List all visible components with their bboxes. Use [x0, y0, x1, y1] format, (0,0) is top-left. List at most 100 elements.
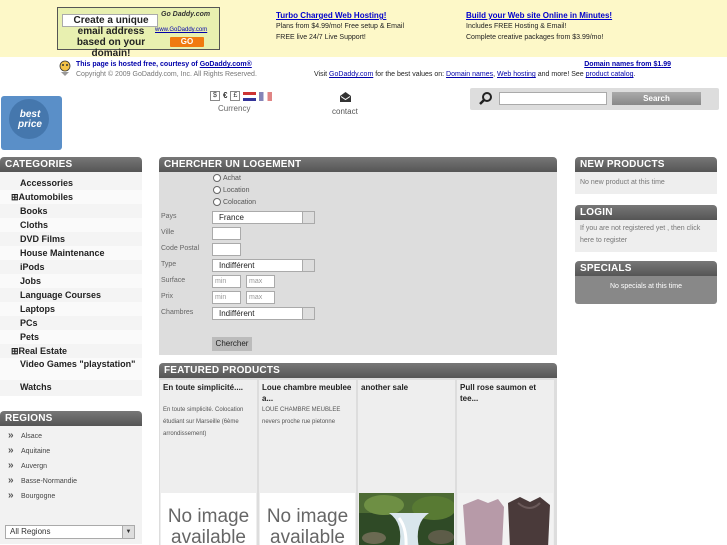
prix-max-input[interactable]: max [246, 291, 275, 304]
category-watchs[interactable]: Watchs [0, 380, 142, 394]
product-title[interactable]: En toute simplicité.... [160, 380, 257, 404]
currency-euro-button[interactable]: € [223, 91, 227, 101]
domain-names-link[interactable]: Domain names from $1.99 [584, 61, 671, 68]
no-image-placeholder[interactable]: No image available [161, 493, 256, 545]
region-basse-normandie[interactable]: Basse-Normandie [0, 473, 142, 489]
register-link[interactable]: If you are not registered yet , then cli… [575, 220, 717, 252]
radio-achat[interactable]: Achat [213, 174, 241, 182]
flag-us-icon[interactable] [243, 92, 257, 101]
logo-text: best price [18, 109, 42, 130]
surface-min-input[interactable]: min [212, 275, 241, 288]
flag-fr-icon[interactable] [259, 92, 273, 101]
currency-selector: $ € £ [210, 91, 273, 101]
no-image-placeholder[interactable]: No image available [260, 493, 355, 545]
site-logo[interactable]: best price [1, 96, 62, 150]
surface-max-input[interactable]: max [246, 275, 275, 288]
product-catalog-link[interactable]: product catalog [586, 71, 634, 78]
category-jobs[interactable]: Jobs [0, 274, 142, 288]
chambres-select[interactable]: Indifférent [212, 307, 315, 320]
category-cloths[interactable]: Cloths [0, 218, 142, 232]
product-card[interactable]: Pull rose saumon et tee... [457, 380, 554, 545]
region-aquitaine[interactable]: Aquitaine [0, 443, 142, 459]
radio-circle[interactable] [213, 174, 221, 182]
radio-location[interactable]: Location [213, 186, 249, 194]
radio-circle[interactable] [213, 198, 221, 206]
domain-names-inline-link[interactable]: Domain names [446, 71, 493, 78]
search-button[interactable]: Search [612, 92, 701, 105]
godaddy-banner: Create a unique email address based on y… [0, 0, 727, 59]
category-house-maintenance[interactable]: House Maintenance [0, 246, 142, 260]
chercher-button[interactable]: Chercher [212, 337, 252, 351]
categories-list: Accessories ⊞Automobiles Books Cloths DV… [0, 172, 142, 396]
ad-website-link[interactable]: Build your Web site Online in Minutes! [466, 10, 612, 21]
currency-label: Currency [218, 104, 251, 113]
ad-website-line2: Complete creative packages from $3.99/mo… [466, 34, 604, 41]
category-accessories[interactable]: Accessories [0, 176, 142, 190]
sweaters-photo[interactable] [458, 493, 553, 545]
label-type: Type [161, 261, 177, 268]
product-title[interactable]: Loue chambre meublee a... [259, 380, 356, 404]
category-dvd-films[interactable]: DVD Films [0, 232, 142, 246]
visit-godaddy-link[interactable]: GoDaddy.com [329, 71, 373, 78]
chevron-down-icon [302, 308, 314, 319]
login-box: LOGIN If you are not registered yet , th… [575, 205, 717, 252]
waterfall-photo[interactable] [359, 493, 454, 545]
new-products-text: No new product at this time [575, 172, 717, 194]
no-image-text: No image available [167, 506, 250, 545]
label-prix: Prix [161, 293, 174, 300]
ad-hosting-link[interactable]: Turbo Charged Web Hosting! [276, 10, 404, 21]
radio-circle[interactable] [213, 186, 221, 194]
ville-input[interactable] [212, 227, 241, 240]
category-pets[interactable]: Pets [0, 330, 142, 344]
category-automobiles[interactable]: ⊞Automobiles [0, 190, 142, 204]
featured-products-grid: En toute simplicité.... En toute simplic… [159, 378, 557, 545]
product-title[interactable]: another sale [358, 380, 455, 404]
prix-min-input[interactable]: min [212, 291, 241, 304]
godaddy-ad[interactable]: Create a unique email address based on y… [57, 7, 220, 59]
category-laptops[interactable]: Laptops [0, 302, 142, 316]
region-bourgogne[interactable]: Bourgogne [0, 488, 142, 504]
currency-dollar-button[interactable]: $ [210, 91, 220, 101]
chevron-down-icon [302, 212, 314, 223]
category-ipods[interactable]: iPods [0, 260, 142, 274]
product-card[interactable]: En toute simplicité.... En toute simplic… [160, 380, 257, 545]
region-alsace[interactable]: Alsace [0, 428, 142, 444]
search-icon [479, 92, 492, 105]
featured-products-box: FEATURED PRODUCTS En toute simplicité...… [159, 363, 557, 545]
product-card[interactable]: another sale [358, 380, 455, 545]
label-ville: Ville [161, 229, 175, 236]
product-title[interactable]: Pull rose saumon et tee... [457, 380, 554, 404]
contact-link[interactable]: contact [332, 107, 358, 116]
godaddy-link[interactable]: GoDaddy.com® [200, 61, 252, 68]
pays-select[interactable]: France [212, 211, 315, 224]
search-form-title: CHERCHER UN LOGEMENT [159, 157, 557, 172]
category-video-games[interactable]: Video Games "playstation" [0, 358, 142, 380]
regions-list: Alsace Aquitaine Auvergn Basse-Normandie… [0, 426, 142, 544]
regions-select[interactable]: All Regions ▼ [5, 525, 135, 539]
category-books[interactable]: Books [0, 204, 142, 218]
go-button[interactable]: GO [170, 37, 204, 47]
search-form-box: CHERCHER UN LOGEMENT Achat Location Colo… [159, 157, 557, 355]
search-input[interactable] [499, 92, 607, 105]
label-chambres: Chambres [161, 309, 194, 316]
ad-website: Build your Web site Online in Minutes! I… [466, 10, 612, 43]
category-real-estate[interactable]: ⊞Real Estate [0, 344, 142, 358]
region-auvergn[interactable]: Auvergn [0, 458, 142, 474]
radio-colocation[interactable]: Colocation [213, 198, 256, 206]
product-card[interactable]: Loue chambre meublee a... LOUE CHAMBRE M… [259, 380, 356, 545]
featured-products-title: FEATURED PRODUCTS [159, 363, 557, 378]
category-pcs[interactable]: PCs [0, 316, 142, 330]
type-select[interactable]: Indifférent [212, 259, 315, 272]
web-hosting-link[interactable]: Web hosting [497, 71, 536, 78]
no-image-text: No image available [266, 506, 349, 545]
ad-url[interactable]: www.GoDaddy.com [155, 27, 207, 33]
chevron-down-icon: ▼ [122, 526, 134, 538]
currency-pound-button[interactable]: £ [230, 91, 241, 101]
login-title: LOGIN [575, 205, 717, 220]
specials-text: No specials at this time [575, 276, 717, 304]
new-products-title: NEW PRODUCTS [575, 157, 717, 172]
code-postal-input[interactable] [212, 243, 241, 256]
envelope-icon[interactable] [340, 92, 351, 102]
hosted-notice: This page is hosted free, courtesy of Go… [0, 57, 727, 86]
category-language-courses[interactable]: Language Courses [0, 288, 142, 302]
